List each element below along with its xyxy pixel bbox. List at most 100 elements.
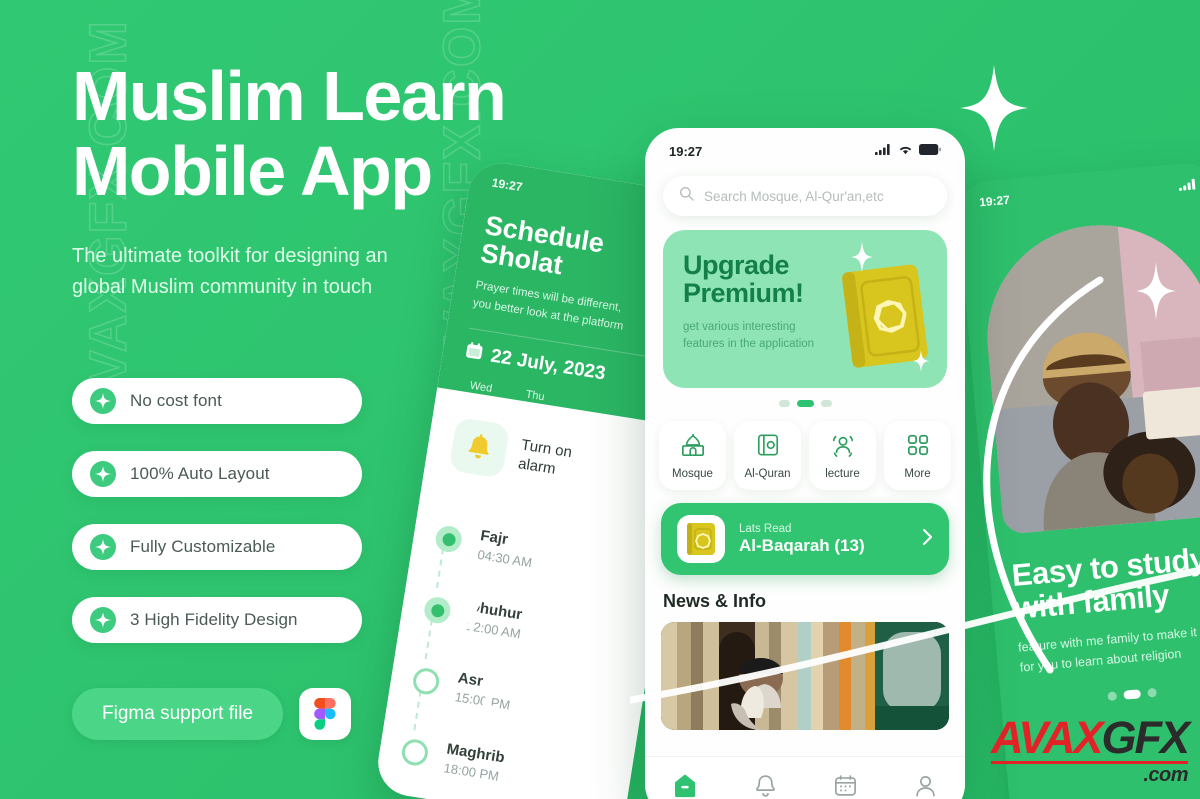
quran-book-icon [677,515,725,563]
category-label: lecture [825,468,860,480]
logo-part-gfx: GFX [1101,712,1190,763]
last-read-value: Al-Baqarah (13) [739,535,865,555]
sparkle-icon [90,388,116,414]
feature-pill-label: No cost font [130,391,222,410]
feature-pill-list: No cost font 100% Auto Layout Fully Cust… [72,378,362,670]
hero-copy: Muslim Learn Mobile App The ultimate too… [72,61,592,303]
home-icon[interactable] [672,772,698,799]
family-reading-photo [978,215,1200,535]
onboarding-carousel-dots [1001,678,1200,710]
calendar-icon[interactable] [833,773,858,799]
profile-icon[interactable] [913,773,938,799]
last-read-label: Lats Read [739,522,792,535]
figma-support-row: Figma support file [72,688,352,740]
bell-icon[interactable] [753,773,778,799]
subtitle-line-2: global Muslim community in touch [72,276,373,299]
schedule-body: Turn on alarm Fajr 04:30 AM Dhuhur 12:00… [373,387,687,799]
day-name: Wed [468,379,493,396]
feature-pill[interactable]: No cost font [72,378,362,424]
news-thumbnail[interactable] [661,622,949,730]
feature-pill[interactable]: 100% Auto Layout [72,451,362,497]
feature-pill[interactable]: Fully Customizable [72,524,362,570]
phone-mockup-onboarding: 19:27 Easy to study with family feature … [955,160,1200,799]
search-input[interactable]: Search Mosque, Al-Qur'an,etc [704,189,884,204]
sparkle-icon [90,607,116,633]
logo-part-avax: AVAX [991,712,1103,763]
figma-support-button[interactable]: Figma support file [72,688,284,740]
schedule-date-text: 22 July, 2023 [489,345,607,385]
feature-pill-label: 100% Auto Layout [130,464,270,483]
category-label: Mosque [672,468,713,480]
prayer-status-dot [400,737,430,768]
carousel-dot[interactable] [1106,691,1117,701]
day-chip[interactable]: Wed 17 [466,380,493,417]
mosque-interior-photo [661,622,949,730]
bell-icon [448,416,511,479]
last-read-card[interactable]: Lats Read Al-Baqarah (13) [661,503,949,575]
figma-icon[interactable] [299,688,352,740]
promo-desc-line-1: get various interesting [683,321,796,334]
sparkle-icon [90,461,116,487]
avaxgfx-logo: AVAXGFX .com [991,712,1190,786]
status-time: 19:27 [669,143,703,159]
onboarding-description: feature with me family to make it for yo… [1017,618,1200,677]
signal-icon [875,142,892,160]
day-chip[interactable]: Thu 18 [521,389,545,426]
category-lecture[interactable]: lecture [809,421,876,490]
promo-desc-line-2: features in the application [683,338,815,351]
promo-banner-upgrade-premium[interactable]: Upgrade Premium! get various interesting… [663,230,947,388]
logo-part-com: .com [1143,764,1188,786]
wifi-icon [898,142,913,160]
sparkle-icon [913,350,929,372]
hero-subtitle: The ultimate toolkit for designing an gl… [72,241,592,303]
day-number: 18 [521,402,544,425]
quran-icon [756,433,780,460]
sparkle-icon-top-right [960,65,1028,151]
category-shortcuts: Mosque Al-Quran lecture More [659,421,951,490]
promo-description: get various interesting features in the … [683,319,833,354]
chevron-right-icon[interactable] [922,528,933,551]
poster-canvas: AVAXGFX.COM AVAXGFX.COM AVAXGFX.COM Musl… [0,0,1200,799]
day-name: Thu [524,388,546,404]
carousel-dot-active[interactable] [1122,689,1141,700]
category-label: More [904,468,931,480]
prayer-time-list: Fajr 04:30 AM Dhuhur 12:00 AM Asr 15:00 … [392,501,650,799]
carousel-dot[interactable] [778,400,790,407]
carousel-dot-active[interactable] [796,400,814,407]
category-mosque[interactable]: Mosque [659,421,726,490]
news-heading: News & Info [663,591,767,611]
prayer-status-dot [422,595,453,626]
calendar-icon [463,341,485,368]
headline-line-1: Muslim Learn [72,57,507,135]
search-bar[interactable]: Search Mosque, Al-Qur'an,etc [663,176,947,216]
bottom-navigation [645,756,965,799]
sparkle-icon [851,242,873,272]
category-al-quran[interactable]: Al-Quran [734,421,801,490]
day-number: 17 [467,394,490,416]
lecture-icon [830,433,856,460]
headline-line-2: Mobile App [72,131,433,210]
onboarding-illustration [978,215,1200,535]
signal-icon [1178,176,1198,196]
carousel-dot[interactable] [820,400,832,407]
promo-carousel-dots [645,400,965,407]
mosque-icon [680,433,706,460]
carousel-dot[interactable] [1146,687,1157,698]
feature-pill[interactable]: 3 High Fidelity Design [72,597,362,643]
feature-pill-label: 3 High Fidelity Design [130,610,298,629]
home-status-bar: 19:27 [645,128,965,164]
status-time: 19:27 [978,192,1011,210]
prayer-status-dot [411,666,442,697]
onboarding-status-bar: 19:27 [955,161,1200,216]
battery-icon [919,142,941,160]
alarm-label: Turn on alarm [517,435,574,482]
subtitle-line-1: The ultimate toolkit for designing an [72,245,388,268]
search-icon [679,186,694,206]
phone-mockup-home: 19:27 Search Mosque, Al-Qur'an,etc Upgra… [645,128,965,799]
category-label: Al-Quran [744,468,791,480]
category-more[interactable]: More [884,421,951,490]
page-title: Muslim Learn Mobile App [72,61,592,210]
onboarding-title: Easy to study with family [1010,539,1200,626]
sparkle-icon [90,534,116,560]
prayer-status-dot [433,524,464,554]
